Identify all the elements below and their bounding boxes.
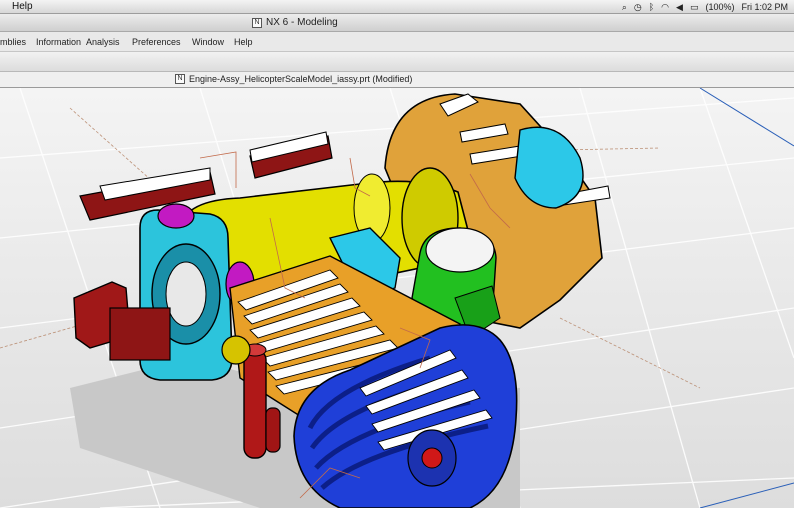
battery-percent: (100%) [705, 2, 735, 12]
toolbar [0, 52, 794, 72]
menu-assemblies[interactable]: mblies [0, 37, 26, 47]
menu-information[interactable]: Information [36, 37, 81, 47]
modeling-viewport[interactable] [0, 88, 794, 508]
macos-menubar: Help ⌕ ◷ ᛒ ◠ ◀ ▭ (100%) Fri 1:02 PM [0, 0, 794, 14]
menu-preferences[interactable]: Preferences [132, 37, 181, 47]
volume-icon[interactable]: ◀ [676, 0, 683, 14]
clock-icon[interactable]: ◷ [634, 0, 642, 14]
document-title: Engine-Assy_HelicopterScaleModel_iassy.p… [189, 74, 413, 84]
bluetooth-icon[interactable]: ᛒ [649, 0, 654, 14]
battery-icon[interactable]: ▭ [690, 0, 699, 14]
menu-analysis[interactable]: Analysis [86, 37, 120, 47]
window-title: NX 6 - Modeling [266, 17, 338, 28]
macos-menu-help[interactable]: Help [12, 1, 33, 12]
app-menubar: mblies Information Analysis Preferences … [0, 32, 794, 52]
document-tab[interactable]: N Engine-Assy_HelicopterScaleModel_iassy… [0, 72, 794, 88]
status-area: ⌕ ◷ ᛒ ◠ ◀ ▭ (100%) Fri 1:02 PM [622, 0, 788, 14]
clock-text[interactable]: Fri 1:02 PM [741, 0, 788, 14]
window-titlebar: N NX 6 - Modeling [0, 14, 794, 32]
axis-lines [699, 88, 794, 508]
nx-logo-icon: N [175, 74, 185, 84]
engine-assembly-model [0, 88, 794, 508]
search-icon[interactable]: ⌕ [622, 0, 627, 14]
menu-window[interactable]: Window [192, 37, 224, 47]
wifi-icon[interactable]: ◠ [661, 0, 669, 14]
menu-help[interactable]: Help [234, 37, 253, 47]
nx-logo-icon: N [252, 17, 262, 28]
